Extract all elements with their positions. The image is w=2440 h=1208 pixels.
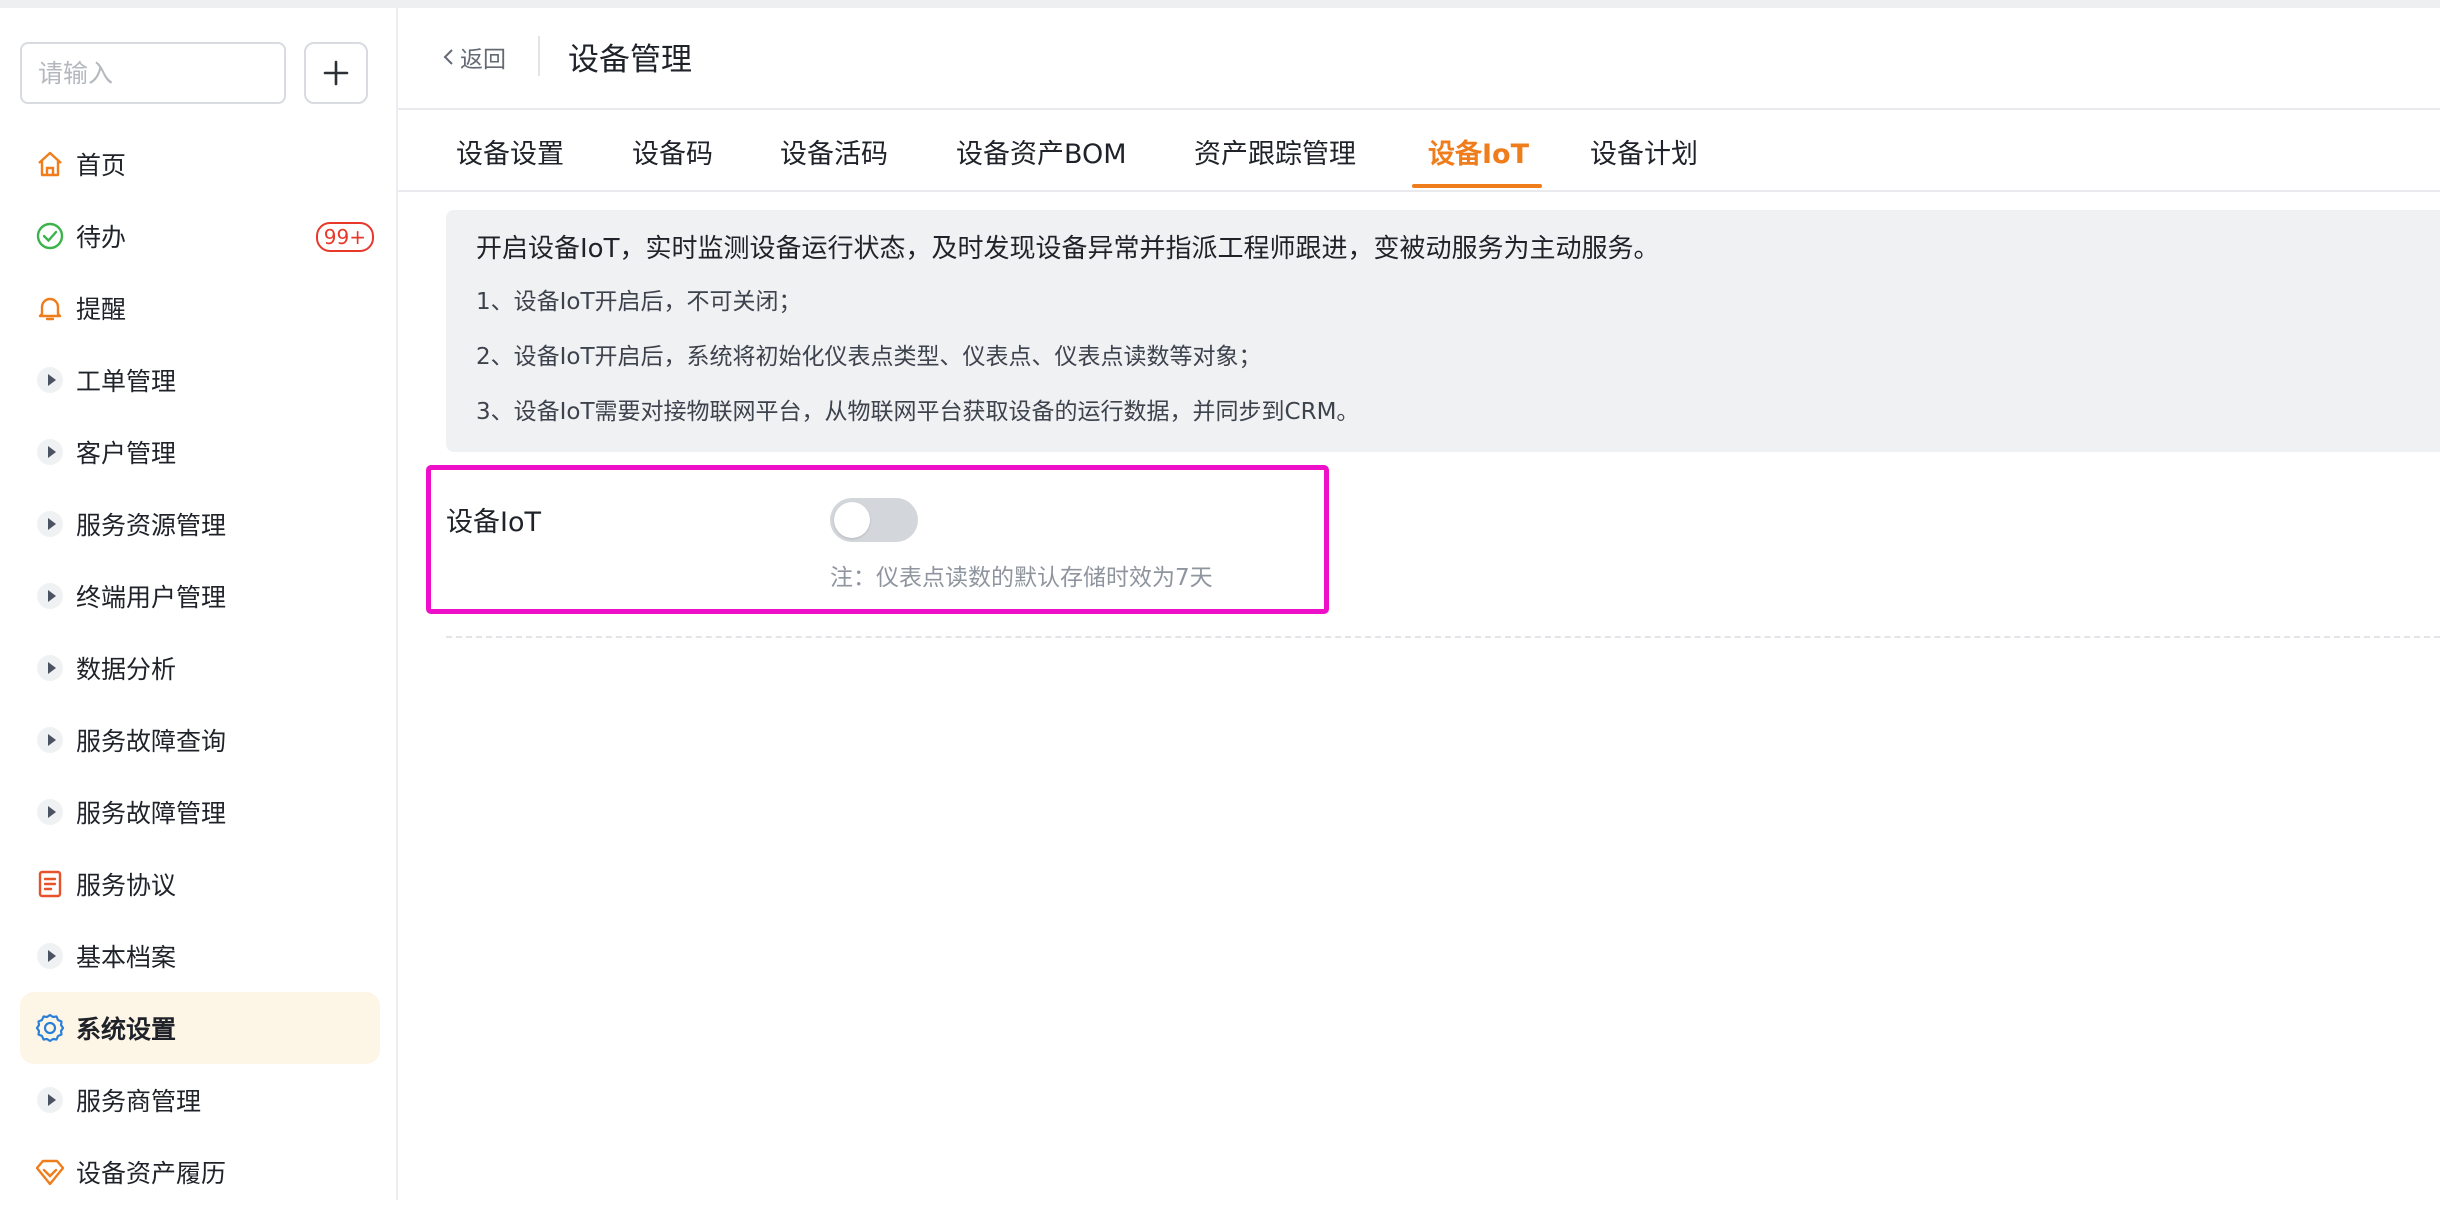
tab-bar: 设备设置 设备码 设备活码 设备资产BOM 资产跟踪管理 设备IoT 设备计划 [398, 110, 2440, 192]
sidebar-item-label: 客户管理 [76, 439, 177, 468]
notice-item: 2、设备IoT开启后，系统将初始化仪表点类型、仪表点、仪表点读数等对象； [476, 344, 1262, 370]
sidebar-item-fault-query[interactable]: 服务故障查询 [20, 704, 380, 776]
check-circle-icon [34, 220, 66, 252]
caret-right-icon [34, 580, 66, 612]
home-icon [34, 148, 66, 180]
sidebar-item-label: 数据分析 [76, 655, 177, 684]
tab-asset-tracking[interactable]: 资产跟踪管理 [1194, 132, 1356, 171]
tab-device-live-code[interactable]: 设备活码 [780, 132, 888, 171]
sidebar-item-todo[interactable]: 待办 99+ [20, 200, 380, 272]
sidebar-item-service-providers[interactable]: 服务商管理 [20, 1064, 380, 1136]
tab-device-iot[interactable]: 设备IoT [1428, 132, 1529, 171]
top-strip [0, 0, 2440, 8]
contract-icon [34, 868, 66, 900]
page-header: 返回 设备管理 [398, 8, 2440, 110]
caret-right-icon [34, 508, 66, 540]
add-button[interactable] [304, 42, 368, 104]
header-divider [538, 36, 540, 76]
iot-toggle[interactable] [830, 498, 918, 542]
sidebar-item-fault-management[interactable]: 服务故障管理 [20, 776, 380, 848]
section-divider [446, 636, 2440, 638]
tab-device-plan[interactable]: 设备计划 [1590, 132, 1698, 171]
sidebar-item-reminder[interactable]: 提醒 [20, 272, 380, 344]
search-input[interactable] [20, 42, 286, 104]
sidebar-item-label: 服务资源管理 [76, 511, 227, 540]
notice-main: 开启设备IoT，实时监测设备运行状态，及时发现设备异常并指派工程师跟进，变被动服… [476, 234, 1660, 264]
sidebar-item-label: 服务故障查询 [76, 727, 227, 756]
page-title: 设备管理 [568, 42, 692, 78]
sidebar-item-label: 系统设置 [76, 1015, 177, 1044]
tab-device-code[interactable]: 设备码 [632, 132, 713, 171]
bell-icon [34, 292, 66, 324]
caret-right-icon [34, 436, 66, 468]
diamond-icon [34, 1156, 66, 1188]
sidebar-item-basic-records[interactable]: 基本档案 [20, 920, 380, 992]
gear-icon [34, 1012, 66, 1044]
sidebar-item-end-users[interactable]: 终端用户管理 [20, 560, 380, 632]
notice-item: 1、设备IoT开启后，不可关闭； [476, 289, 802, 315]
caret-right-icon [34, 940, 66, 972]
sidebar-item-customers[interactable]: 客户管理 [20, 416, 380, 488]
sidebar-item-label: 服务商管理 [76, 1087, 202, 1116]
notice-item: 3、设备IoT需要对接物联网平台，从物联网平台获取设备的运行数据，并同步到CRM… [476, 399, 1360, 425]
tab-device-settings[interactable]: 设备设置 [456, 132, 564, 171]
sidebar-item-label: 基本档案 [76, 943, 177, 972]
sidebar-item-label: 首页 [76, 151, 127, 180]
iot-notice: 开启设备IoT，实时监测设备运行状态，及时发现设备异常并指派工程师跟进，变被动服… [446, 210, 2440, 452]
active-tab-indicator [1412, 184, 1542, 188]
sidebar-item-asset-history[interactable]: 设备资产履历 [20, 1136, 380, 1208]
caret-right-icon [34, 796, 66, 828]
sidebar-item-label: 提醒 [76, 295, 127, 324]
back-label: 返回 [460, 47, 506, 73]
toggle-knob [834, 502, 870, 538]
sidebar-item-label: 服务协议 [76, 871, 177, 900]
caret-right-icon [34, 724, 66, 756]
sidebar-item-analytics[interactable]: 数据分析 [20, 632, 380, 704]
sidebar-item-label: 待办 [76, 223, 127, 252]
sidebar-item-service-resources[interactable]: 服务资源管理 [20, 488, 380, 560]
sidebar-item-label: 设备资产履历 [76, 1159, 227, 1188]
tab-asset-bom[interactable]: 设备资产BOM [956, 132, 1127, 171]
sidebar-item-label: 终端用户管理 [76, 583, 227, 612]
iot-setting-note: 注：仪表点读数的默认存储时效为7天 [830, 565, 1213, 591]
caret-right-icon [34, 652, 66, 684]
sidebar: 首页 待办 99+ 提醒 工单管理 客户管理 服务资源管理 [0, 8, 398, 1200]
sidebar-item-home[interactable]: 首页 [20, 128, 380, 200]
caret-right-icon [34, 364, 66, 396]
todo-count-badge: 99+ [315, 222, 374, 252]
chevron-left-icon [443, 49, 453, 65]
sidebar-item-label: 工单管理 [76, 367, 177, 396]
sidebar-item-agreements[interactable]: 服务协议 [20, 848, 380, 920]
plus-icon [323, 60, 349, 86]
caret-right-icon [34, 1084, 66, 1116]
sidebar-item-label: 服务故障管理 [76, 799, 227, 828]
sidebar-item-system-settings[interactable]: 系统设置 [20, 992, 380, 1064]
sidebar-nav: 首页 待办 99+ 提醒 工单管理 客户管理 服务资源管理 终端用户管理 数据分… [20, 128, 380, 1208]
iot-setting-label: 设备IoT [446, 507, 541, 538]
back-link[interactable]: 返回 [442, 40, 506, 74]
sidebar-item-work-order[interactable]: 工单管理 [20, 344, 380, 416]
